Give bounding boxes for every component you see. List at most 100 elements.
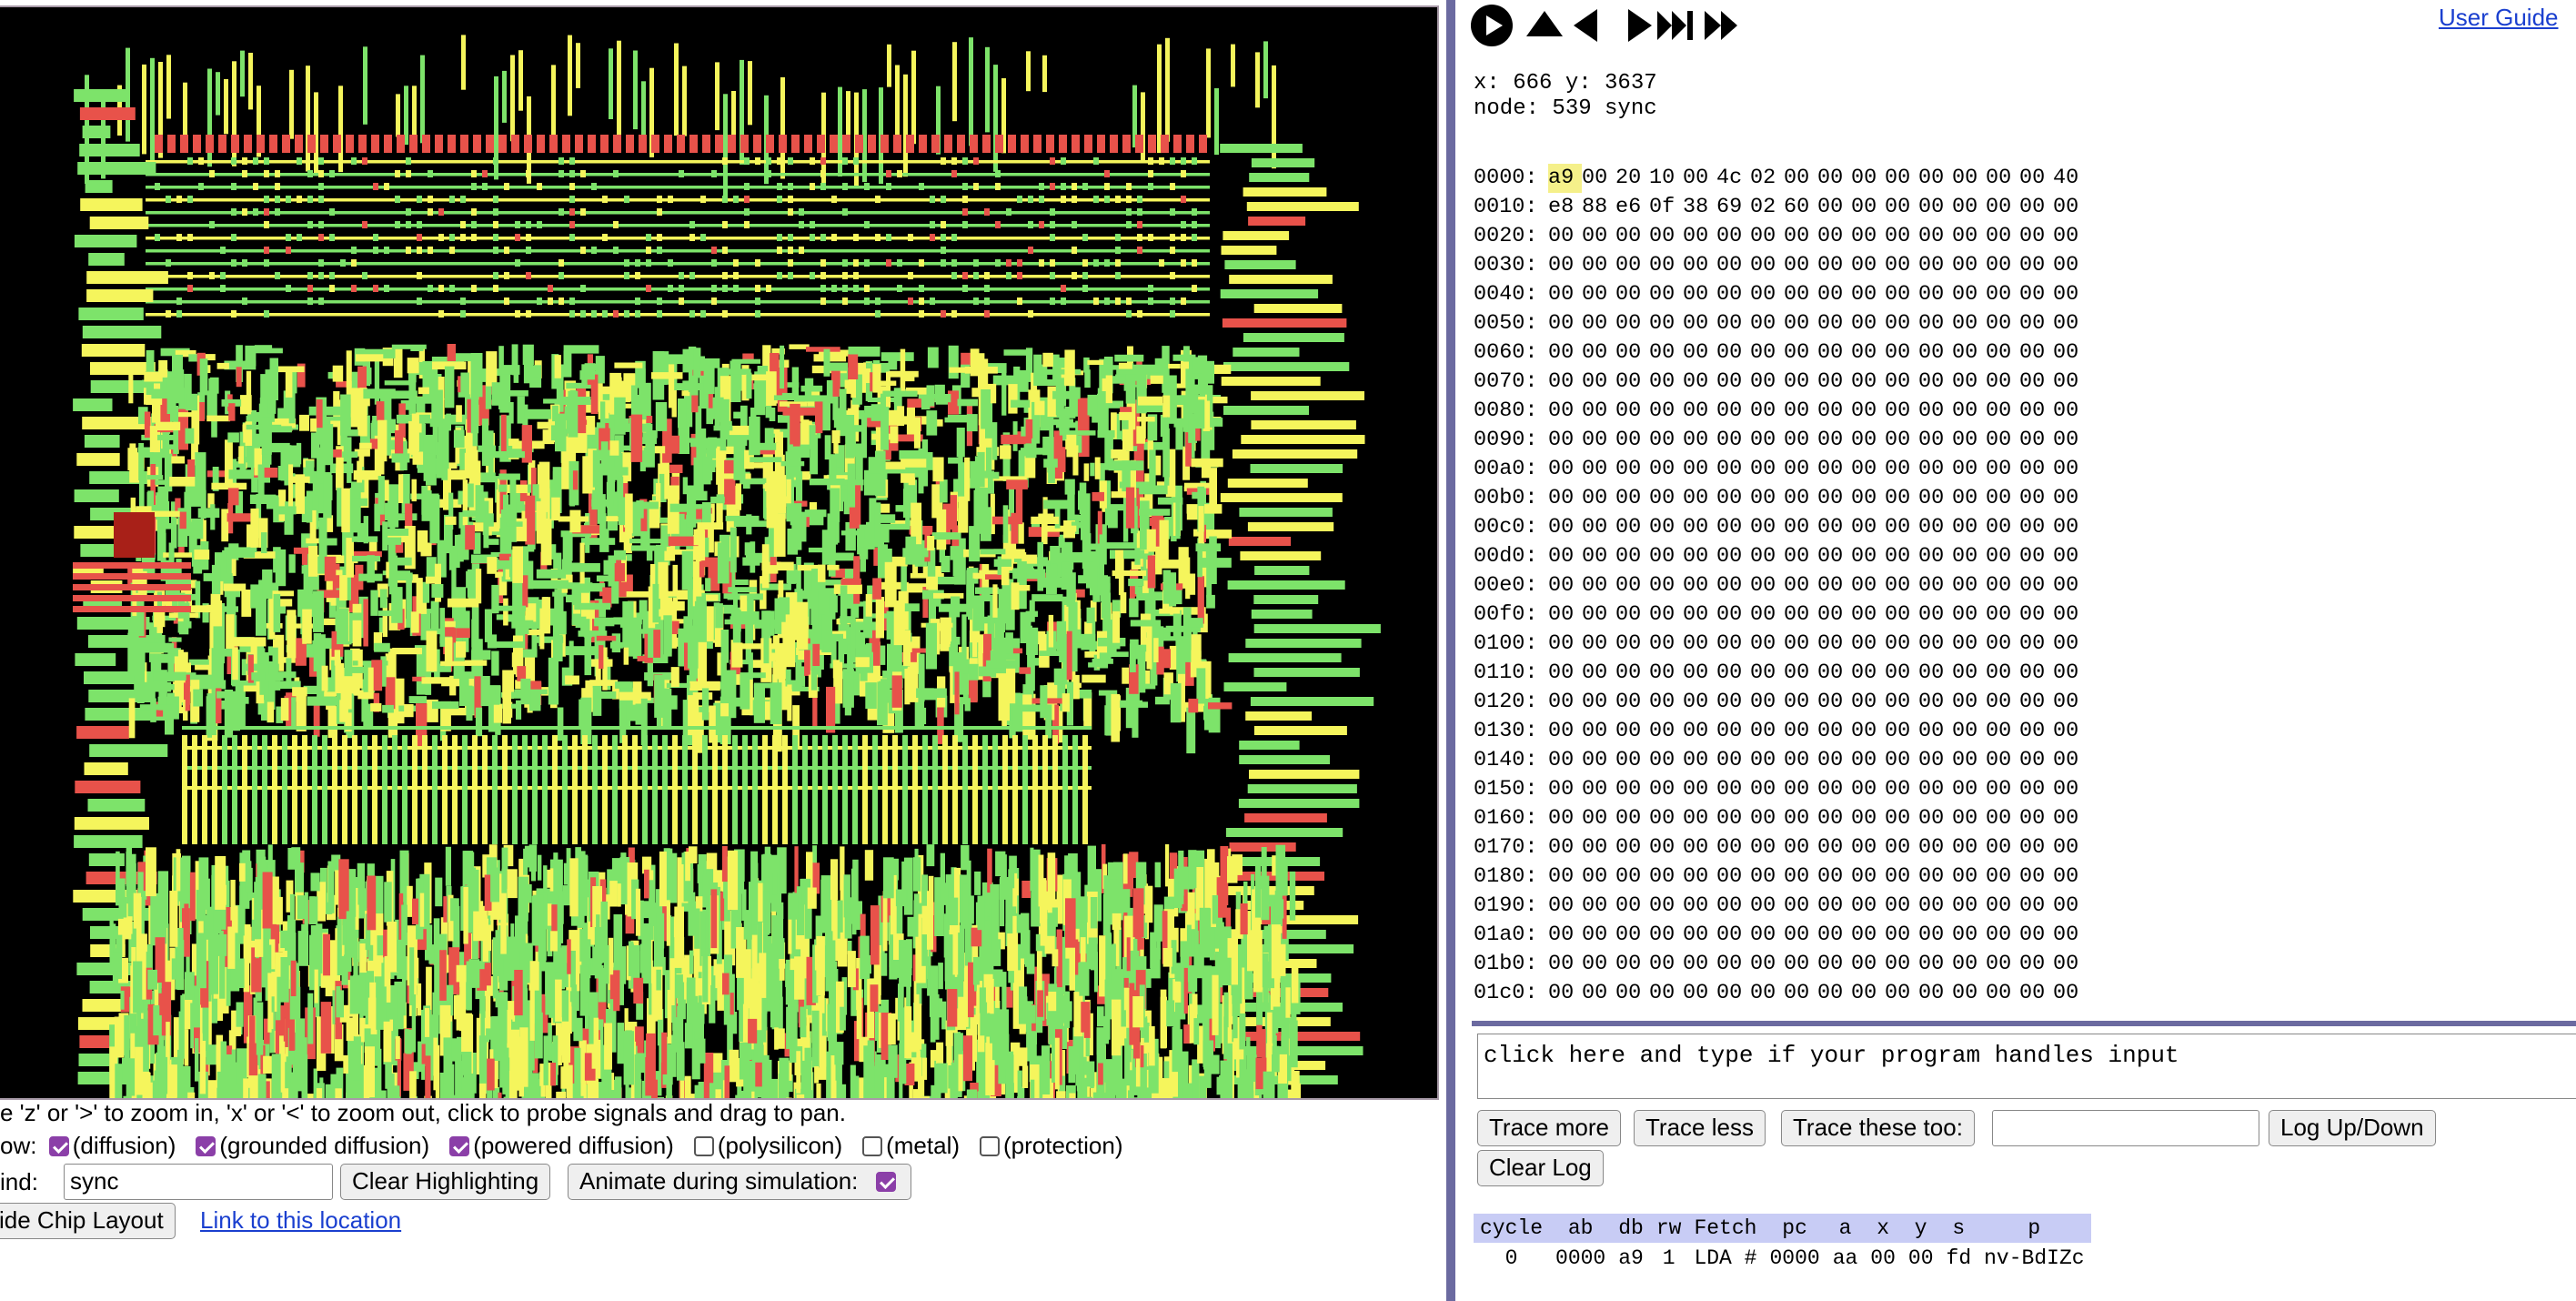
memory-byte[interactable]: 00: [1986, 280, 2019, 309]
memory-byte[interactable]: 00: [1918, 542, 1952, 571]
memory-byte[interactable]: 00: [2053, 892, 2087, 921]
memory-byte[interactable]: 00: [2019, 804, 2053, 833]
memory-byte[interactable]: 00: [1851, 688, 1885, 717]
memory-byte[interactable]: 00: [1716, 484, 1750, 513]
memory-byte[interactable]: 00: [1885, 426, 1918, 455]
memory-byte[interactable]: 00: [1851, 164, 1885, 193]
memory-byte[interactable]: 00: [1716, 513, 1750, 542]
memory-byte[interactable]: 00: [1784, 455, 1817, 484]
memory-byte[interactable]: 00: [1784, 280, 1817, 309]
memory-byte[interactable]: 00: [1750, 309, 1784, 338]
memory-byte[interactable]: 00: [2053, 630, 2087, 659]
memory-byte[interactable]: 00: [1817, 979, 1851, 1008]
memory-byte[interactable]: 00: [1784, 251, 1817, 280]
memory-byte[interactable]: 00: [1649, 513, 1683, 542]
memory-byte[interactable]: 00: [1986, 164, 2019, 193]
memory-byte[interactable]: 00: [1548, 513, 1582, 542]
memory-byte[interactable]: 00: [1784, 368, 1817, 397]
memory-byte[interactable]: 00: [1986, 193, 2019, 222]
memory-byte[interactable]: 00: [1683, 164, 1716, 193]
memory-byte[interactable]: 00: [1817, 251, 1851, 280]
memory-byte[interactable]: 00: [1952, 659, 1986, 688]
memory-byte[interactable]: 00: [2019, 921, 2053, 950]
memory-byte[interactable]: 00: [2053, 251, 2087, 280]
trace-these-input[interactable]: [1992, 1110, 2259, 1146]
hide-chip-layout-button[interactable]: ide Chip Layout: [0, 1203, 176, 1239]
memory-byte[interactable]: 00: [1582, 309, 1615, 338]
memory-byte[interactable]: 00: [1885, 862, 1918, 892]
memory-byte[interactable]: 00: [1582, 426, 1615, 455]
memory-byte[interactable]: 00: [1716, 338, 1750, 368]
memory-byte[interactable]: 00: [1649, 833, 1683, 862]
memory-byte[interactable]: 00: [1918, 280, 1952, 309]
memory-byte[interactable]: 00: [1918, 600, 1952, 630]
memory-byte[interactable]: 00: [1952, 309, 1986, 338]
memory-byte[interactable]: 00: [1885, 921, 1918, 950]
memory-byte[interactable]: 00: [1548, 892, 1582, 921]
fast-forward-icon[interactable]: [1699, 4, 1743, 47]
memory-byte[interactable]: 00: [1750, 542, 1784, 571]
memory-byte[interactable]: 00: [1817, 542, 1851, 571]
memory-byte[interactable]: 00: [1784, 950, 1817, 979]
memory-byte[interactable]: 00: [1784, 717, 1817, 746]
memory-byte[interactable]: 00: [1683, 921, 1716, 950]
memory-byte[interactable]: 00: [1750, 775, 1784, 804]
memory-byte[interactable]: 00: [2019, 775, 2053, 804]
layer-toggle[interactable]: (diffusion): [44, 1132, 191, 1159]
memory-byte[interactable]: 00: [1716, 950, 1750, 979]
clear-highlighting-button[interactable]: Clear Highlighting: [340, 1164, 551, 1200]
memory-byte[interactable]: 00: [1683, 892, 1716, 921]
memory-byte[interactable]: 00: [1885, 193, 1918, 222]
memory-byte[interactable]: 00: [2019, 513, 2053, 542]
layer-checkbox[interactable]: [48, 1136, 69, 1156]
memory-byte[interactable]: 00: [2019, 338, 2053, 368]
memory-byte[interactable]: 00: [2019, 193, 2053, 222]
memory-byte[interactable]: 00: [1918, 455, 1952, 484]
memory-byte[interactable]: 00: [1986, 862, 2019, 892]
memory-byte[interactable]: 00: [1750, 688, 1784, 717]
memory-byte[interactable]: 00: [1986, 979, 2019, 1008]
memory-byte[interactable]: 00: [1918, 513, 1952, 542]
layer-toggle[interactable]: (protection): [974, 1132, 1138, 1159]
memory-byte[interactable]: 00: [2053, 717, 2087, 746]
memory-byte[interactable]: 00: [1851, 426, 1885, 455]
memory-byte[interactable]: 00: [1548, 921, 1582, 950]
memory-byte[interactable]: 00: [1885, 222, 1918, 251]
memory-byte[interactable]: 00: [1716, 600, 1750, 630]
memory-byte[interactable]: 00: [1986, 630, 2019, 659]
memory-byte[interactable]: 00: [1615, 862, 1649, 892]
memory-byte[interactable]: 00: [1582, 921, 1615, 950]
memory-byte[interactable]: 00: [1918, 921, 1952, 950]
memory-byte[interactable]: 00: [1716, 309, 1750, 338]
memory-byte[interactable]: 00: [1649, 251, 1683, 280]
memory-byte[interactable]: 00: [1952, 571, 1986, 600]
memory-byte[interactable]: 00: [1615, 804, 1649, 833]
memory-byte[interactable]: 00: [1952, 833, 1986, 862]
memory-byte[interactable]: 00: [1615, 542, 1649, 571]
memory-byte[interactable]: 00: [1817, 193, 1851, 222]
memory-byte[interactable]: 00: [1817, 571, 1851, 600]
memory-byte[interactable]: 00: [1716, 746, 1750, 775]
memory-byte[interactable]: 00: [1683, 484, 1716, 513]
memory-byte[interactable]: 00: [1851, 571, 1885, 600]
memory-byte[interactable]: 00: [1615, 397, 1649, 426]
memory-byte[interactable]: 00: [1885, 397, 1918, 426]
memory-byte[interactable]: e6: [1615, 193, 1649, 222]
memory-byte[interactable]: 00: [1851, 455, 1885, 484]
memory-byte[interactable]: 00: [1885, 484, 1918, 513]
memory-byte[interactable]: 00: [1716, 804, 1750, 833]
memory-byte[interactable]: 00: [2053, 280, 2087, 309]
memory-byte[interactable]: 00: [1952, 251, 1986, 280]
memory-byte[interactable]: 00: [1952, 426, 1986, 455]
memory-byte[interactable]: 00: [1582, 659, 1615, 688]
memory-byte[interactable]: 00: [2019, 280, 2053, 309]
memory-byte[interactable]: 00: [1548, 833, 1582, 862]
memory-byte[interactable]: 00: [1548, 688, 1582, 717]
clear-log-button[interactable]: Clear Log: [1477, 1150, 1604, 1186]
memory-byte[interactable]: 00: [2019, 630, 2053, 659]
memory-byte[interactable]: 00: [1683, 746, 1716, 775]
memory-byte[interactable]: 00: [1952, 397, 1986, 426]
memory-byte[interactable]: 00: [1716, 775, 1750, 804]
memory-byte[interactable]: 00: [1683, 368, 1716, 397]
memory-byte[interactable]: 00: [1986, 804, 2019, 833]
